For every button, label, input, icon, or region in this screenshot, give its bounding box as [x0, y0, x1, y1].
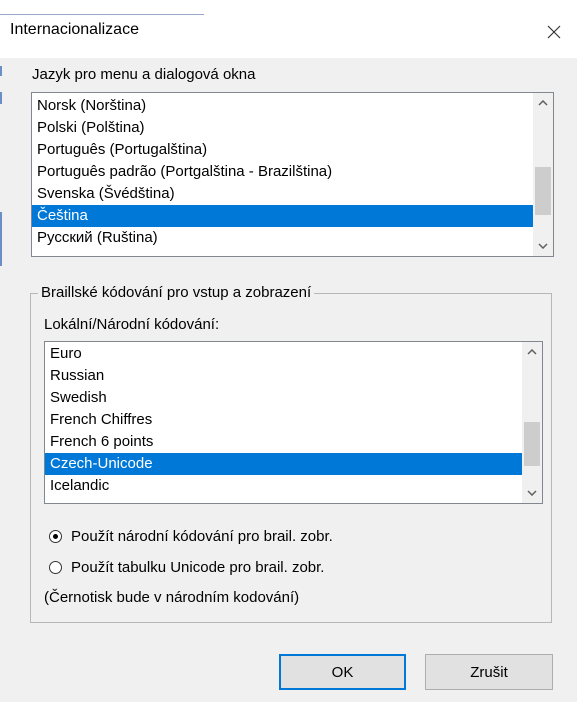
ok-button[interactable]: OK: [279, 654, 406, 690]
list-item[interactable]: Euro: [45, 343, 524, 365]
chevron-down-icon: [538, 243, 548, 249]
scroll-up-button[interactable]: [522, 342, 542, 362]
cancel-button[interactable]: Zrušit: [425, 654, 553, 690]
radio-button[interactable]: [49, 530, 62, 543]
scroll-down-button[interactable]: [533, 236, 553, 256]
title-bar: Internacionalizace: [0, 0, 577, 58]
language-scrollbar[interactable]: [533, 93, 553, 256]
list-item[interactable]: Português padrão (Portgalština - Brazilš…: [32, 161, 535, 183]
left-edge-mark: [0, 92, 2, 104]
internationalization-dialog: Internacionalizace Jazyk pro menu a dial…: [0, 0, 577, 702]
list-item[interactable]: Svenska (Švédština): [32, 183, 535, 205]
radio-national-encoding[interactable]: Použít národní kódování pro brail. zobr.: [49, 528, 333, 545]
encoding-list-label: Lokální/Národní kódování:: [44, 316, 220, 333]
encoding-listbox[interactable]: Euro Russian Swedish French Chiffres French …: [44, 341, 543, 504]
window-title: Internacionalizace: [10, 21, 139, 38]
radio-unicode-table-label: Použít tabulku Unicode pro brail. zobr.: [71, 559, 325, 576]
chevron-down-icon: [527, 490, 537, 496]
list-item[interactable]: Russian: [45, 365, 524, 387]
language-listbox[interactable]: Norsk (Norština) Polski (Polština) Portugu…: [31, 92, 554, 257]
radio-unicode-table[interactable]: Použít tabulku Unicode pro brail. zobr.: [49, 559, 324, 576]
list-item[interactable]: Czech-Unicode: [45, 453, 524, 475]
radio-button[interactable]: [49, 561, 62, 574]
list-item[interactable]: Swedish: [45, 387, 524, 409]
braille-group-legend: Braillské kódování pro vstup a zobrazení: [38, 284, 315, 301]
encoding-list-items: Euro Russian Swedish French Chiffres French …: [45, 343, 524, 497]
encoding-note: (Černotisk bude v národním kodování): [44, 589, 300, 606]
list-item[interactable]: Português (Portugalština): [32, 139, 535, 161]
chevron-up-icon: [527, 349, 537, 355]
chevron-up-icon: [538, 100, 548, 106]
scroll-down-button[interactable]: [522, 483, 542, 503]
language-list-label: Jazyk pro menu a dialogová okna: [32, 66, 256, 83]
list-item[interactable]: Norsk (Norština): [32, 95, 535, 117]
language-list-items: Norsk (Norština) Polski (Polština) Portugu…: [32, 95, 535, 249]
encoding-scrollbar[interactable]: [522, 342, 542, 503]
list-item[interactable]: Icelandic: [45, 475, 524, 497]
title-accent-line: [0, 14, 204, 15]
list-item[interactable]: Русский (Ruština): [32, 227, 535, 249]
left-edge-mark: [0, 212, 2, 266]
list-item[interactable]: Čeština: [32, 205, 535, 227]
scroll-thumb[interactable]: [524, 422, 540, 466]
list-item[interactable]: Polski (Polština): [32, 117, 535, 139]
scroll-thumb[interactable]: [535, 167, 551, 215]
close-icon: [547, 25, 561, 39]
radio-national-encoding-label: Použít národní kódování pro brail. zobr.: [71, 528, 333, 545]
left-edge-mark: [0, 66, 2, 76]
scroll-up-button[interactable]: [533, 93, 553, 113]
close-button[interactable]: [531, 14, 577, 50]
list-item[interactable]: French Chiffres: [45, 409, 524, 431]
list-item[interactable]: French 6 points: [45, 431, 524, 453]
